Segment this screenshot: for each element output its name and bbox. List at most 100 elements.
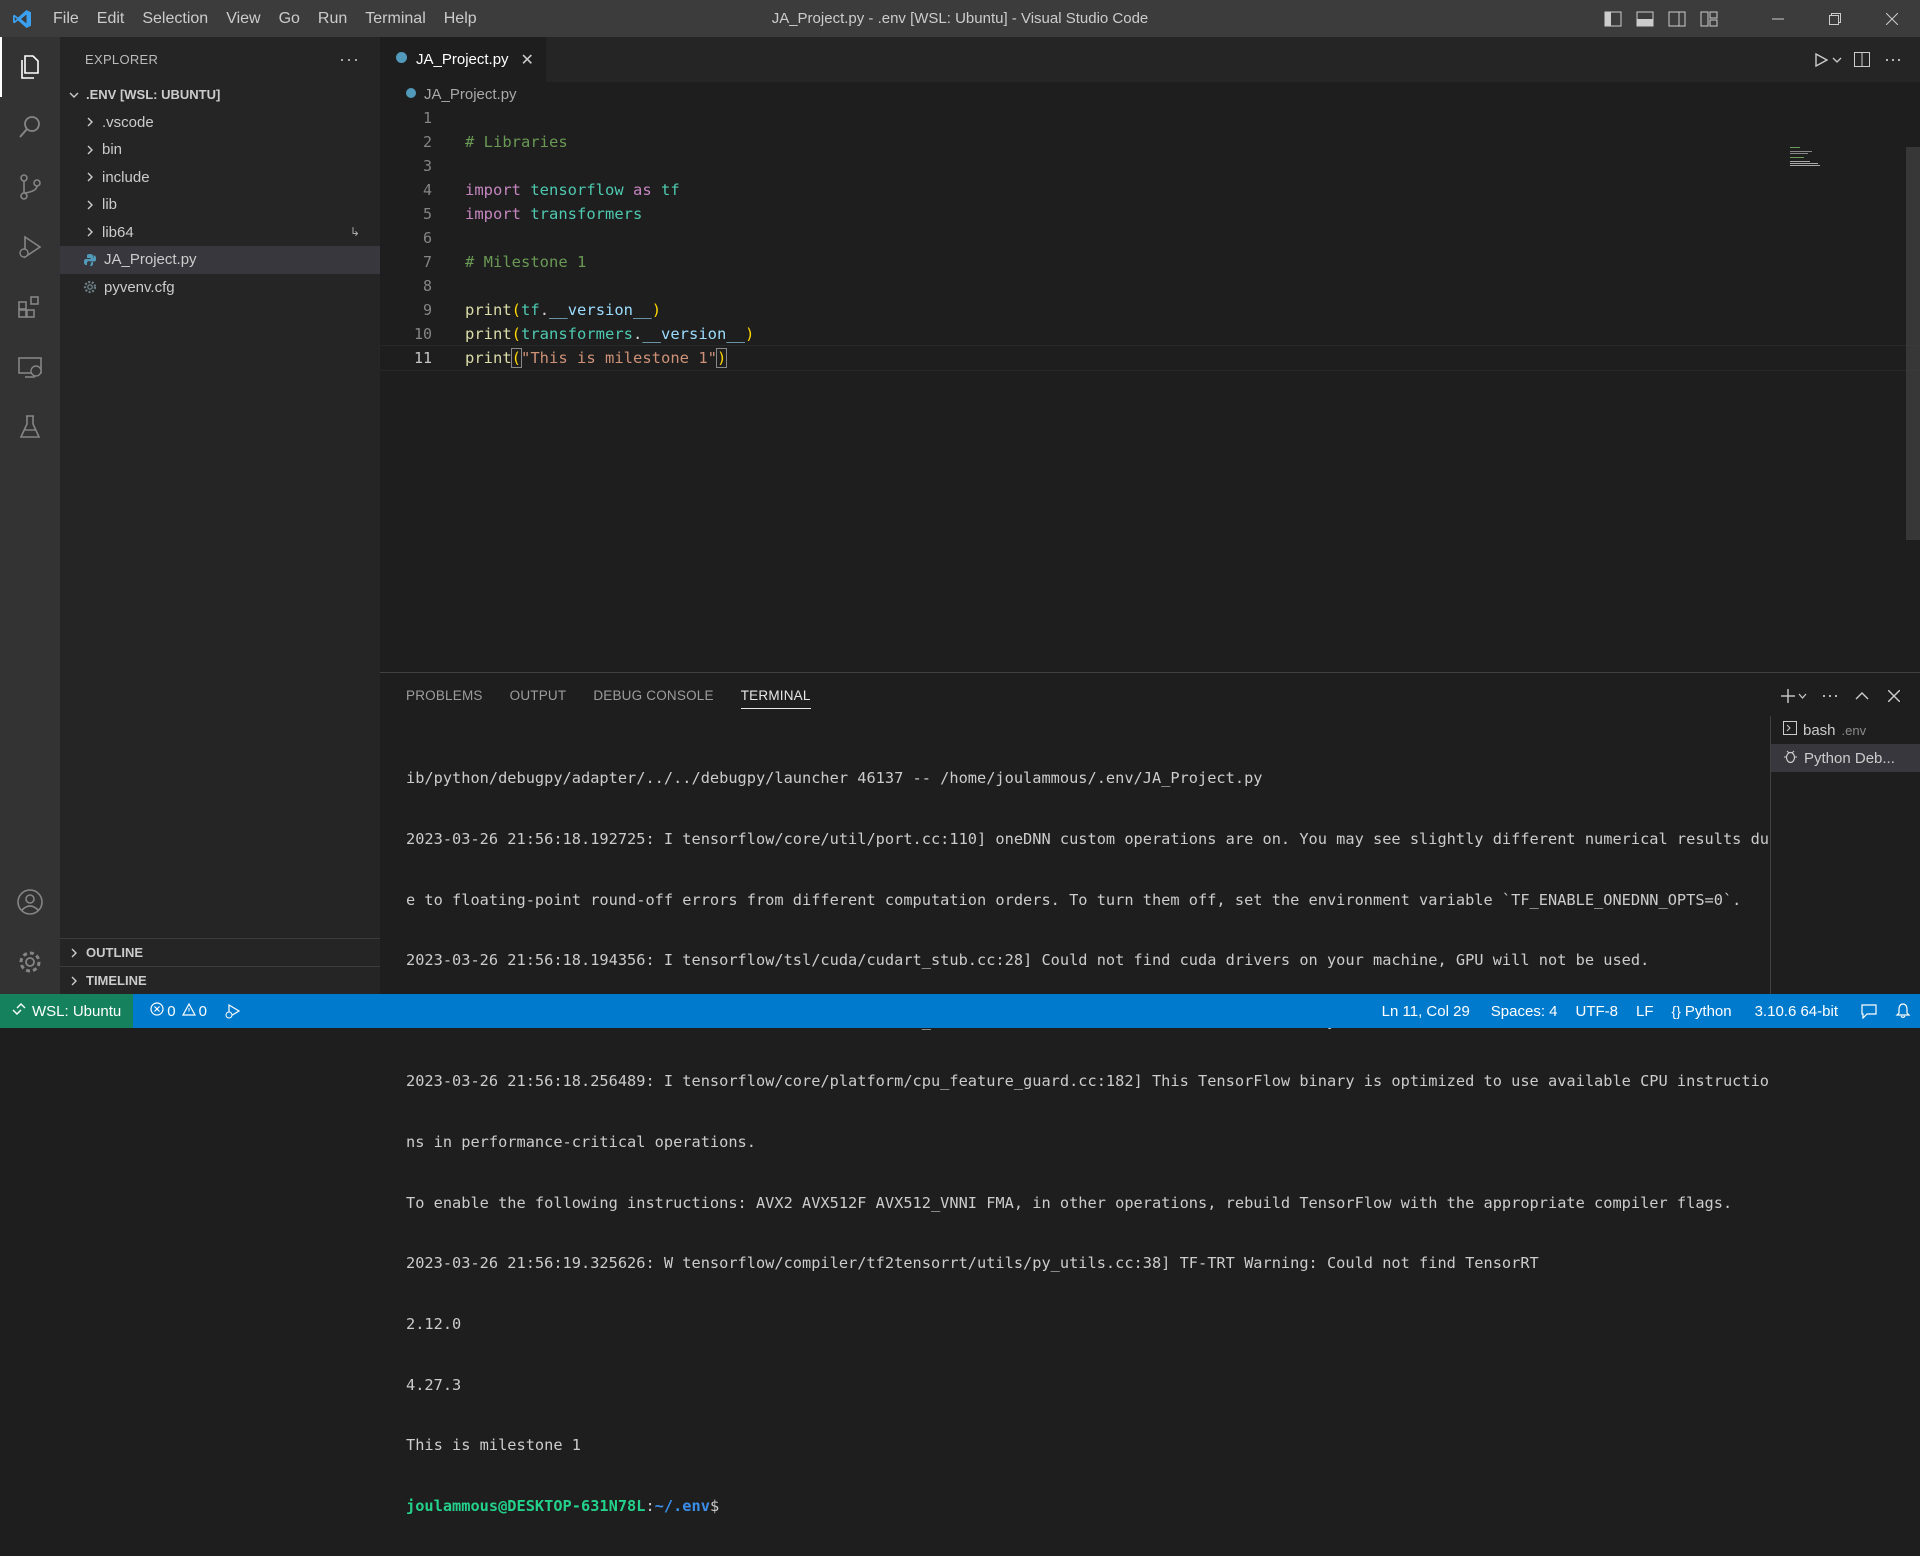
code-editor[interactable]: 1 2 # Libraries 3 4 import tensorflow as t… — [379, 106, 1920, 371]
sidebar-item-label: lib — [102, 196, 118, 214]
minimize-icon[interactable] — [1749, 0, 1806, 37]
remote-indicator[interactable]: WSL: Ubuntu — [0, 994, 134, 1028]
search-icon[interactable] — [0, 97, 60, 157]
menu-go[interactable]: Go — [270, 0, 309, 37]
notifications-bell-icon[interactable] — [1886, 994, 1920, 1028]
symlink-icon: ↳ — [349, 225, 360, 240]
code-function: print — [465, 301, 512, 319]
sidebar-item-lib[interactable]: lib — [60, 191, 380, 219]
code-module: transformers — [530, 205, 643, 223]
workspace-root[interactable]: .ENV [WSL: UBUNTU] — [60, 81, 380, 109]
tab-problems[interactable]: PROBLEMS — [406, 673, 483, 718]
tab-terminal[interactable]: TERMINAL — [740, 673, 811, 718]
tab-output[interactable]: OUTPUT — [510, 673, 567, 718]
close-window-icon[interactable] — [1863, 0, 1920, 37]
line-number: 8 — [422, 277, 432, 295]
maximize-panel-icon[interactable] — [1846, 681, 1878, 711]
breadcrumb-file[interactable]: JA_Project.py — [424, 86, 517, 103]
new-terminal-icon[interactable] — [1774, 681, 1814, 711]
code-keyword: import — [465, 181, 521, 199]
encoding[interactable]: UTF-8 — [1567, 994, 1628, 1028]
terminal-line: This is milestone 1 — [406, 1436, 581, 1455]
chevron-right-icon — [66, 947, 82, 959]
extensions-icon[interactable] — [0, 277, 60, 337]
python-interpreter[interactable]: 3.10.6 64-bit — [1741, 994, 1852, 1028]
restore-icon[interactable] — [1806, 0, 1863, 37]
editor-scrollbar[interactable] — [1906, 147, 1920, 540]
menu-terminal[interactable]: Terminal — [356, 0, 434, 37]
panel-more-actions-icon[interactable]: ··· — [1814, 681, 1846, 711]
problems-indicator[interactable]: 0 0 — [141, 994, 216, 1028]
terminal-item-bash[interactable]: bash .env — [1771, 716, 1920, 744]
more-actions-icon[interactable]: ··· — [339, 49, 360, 70]
remote-explorer-icon[interactable] — [0, 337, 60, 397]
sidebar-item-ja-project[interactable]: JA_Project.py — [60, 246, 380, 274]
tab-ja-project[interactable]: JA_Project.py ✕ — [380, 37, 546, 82]
split-editor-icon[interactable] — [1846, 52, 1878, 67]
toggle-secondary-sidebar-icon[interactable] — [1661, 0, 1693, 37]
toggle-panel-icon[interactable] — [1629, 0, 1661, 37]
explorer-sidebar: EXPLORER ··· .ENV [WSL: UBUNTU] .vscode … — [60, 37, 380, 994]
toggle-primary-sidebar-icon[interactable] — [1597, 0, 1629, 37]
close-panel-icon[interactable] — [1878, 681, 1910, 711]
status-bar: WSL: Ubuntu 0 0 Ln 11, Col 29 Spaces: 4 … — [0, 994, 1920, 1028]
terminal-line: ns in performance-critical operations. — [406, 1133, 756, 1152]
python-file-icon — [82, 253, 98, 267]
language-mode[interactable]: {} Python — [1663, 994, 1741, 1028]
explorer-icon[interactable] — [0, 37, 60, 97]
cursor-position[interactable]: Ln 11, Col 29 — [1373, 994, 1482, 1028]
terminal-item-python-debug[interactable]: Python Deb... — [1771, 744, 1920, 772]
code-comment: # Milestone 1 — [465, 253, 587, 271]
end-of-line[interactable]: LF — [1627, 994, 1663, 1028]
line-number: 5 — [422, 205, 432, 223]
line-number: 3 — [422, 157, 432, 175]
terminal-line: e to floating-point round-off errors fro… — [406, 890, 1742, 909]
terminal-prompt[interactable]: joulammous@DESKTOP-631N78L:~/.env$ — [406, 1496, 1766, 1516]
manage-gear-icon[interactable] — [0, 932, 60, 992]
line-number: 4 — [422, 181, 432, 199]
tab-debug-console[interactable]: DEBUG CONSOLE — [593, 673, 713, 718]
minimap[interactable] — [1790, 147, 1830, 169]
indentation[interactable]: Spaces: 4 — [1482, 994, 1567, 1028]
close-tab-icon[interactable]: ✕ — [521, 50, 534, 70]
outline-section[interactable]: OUTLINE — [60, 938, 380, 966]
terminal-output[interactable]: ib/python/debugpy/adapter/../../debugpy/… — [406, 728, 1770, 1556]
warning-count: 0 — [198, 1002, 207, 1020]
sidebar-item-include[interactable]: include — [60, 164, 380, 192]
terminal-item-label: Python Deb... — [1804, 749, 1895, 767]
menu-selection[interactable]: Selection — [133, 0, 217, 37]
sidebar-item-label: pyvenv.cfg — [104, 278, 175, 296]
terminal-line: To enable the following instructions: AV… — [406, 1193, 1733, 1212]
menu-file[interactable]: File — [44, 0, 88, 37]
terminal-line: 2023-03-26 21:56:18.194356: I tensorflow… — [406, 951, 1650, 970]
language-label: Python — [1684, 1002, 1732, 1020]
menu-edit[interactable]: Edit — [88, 0, 134, 37]
debug-launch-icon[interactable] — [216, 994, 250, 1028]
sidebar-item-bin[interactable]: bin — [60, 136, 380, 164]
prompt-user: joulammous@DESKTOP-631N78L — [406, 1496, 646, 1515]
accounts-icon[interactable] — [0, 872, 60, 932]
menu-help[interactable]: Help — [435, 0, 486, 37]
terminal-line: 2.12.0 — [406, 1314, 462, 1333]
menu-run[interactable]: Run — [309, 0, 356, 37]
code-line: 4 import tensorflow as tf — [380, 178, 1920, 202]
source-control-icon[interactable] — [0, 157, 60, 217]
sidebar-item-lib64[interactable]: lib64 ↳ — [60, 219, 380, 247]
menu-view[interactable]: View — [217, 0, 269, 37]
testing-icon[interactable] — [0, 397, 60, 457]
customize-layout-icon[interactable] — [1693, 0, 1725, 37]
prompt-symbol: $ — [709, 1496, 720, 1515]
feedback-icon[interactable] — [1852, 994, 1886, 1028]
code-module: tensorflow — [530, 181, 624, 199]
sidebar-item-pyvenv[interactable]: pyvenv.cfg — [60, 274, 380, 302]
terminal-list: bash .env Python Deb... — [1770, 716, 1920, 995]
code-line: 3 — [380, 154, 1920, 178]
run-python-file-icon[interactable] — [1810, 52, 1846, 67]
tab-label: JA_Project.py — [416, 51, 509, 68]
terminal-line: 4.27.3 — [406, 1375, 462, 1394]
terminal-line: 2023-03-26 21:56:18.256489: I tensorflow… — [406, 1072, 1770, 1091]
run-and-debug-icon[interactable] — [0, 217, 60, 277]
editor-more-actions-icon[interactable]: ··· — [1878, 49, 1908, 70]
timeline-section[interactable]: TIMELINE — [60, 966, 380, 994]
sidebar-item-vscode[interactable]: .vscode — [60, 109, 380, 137]
